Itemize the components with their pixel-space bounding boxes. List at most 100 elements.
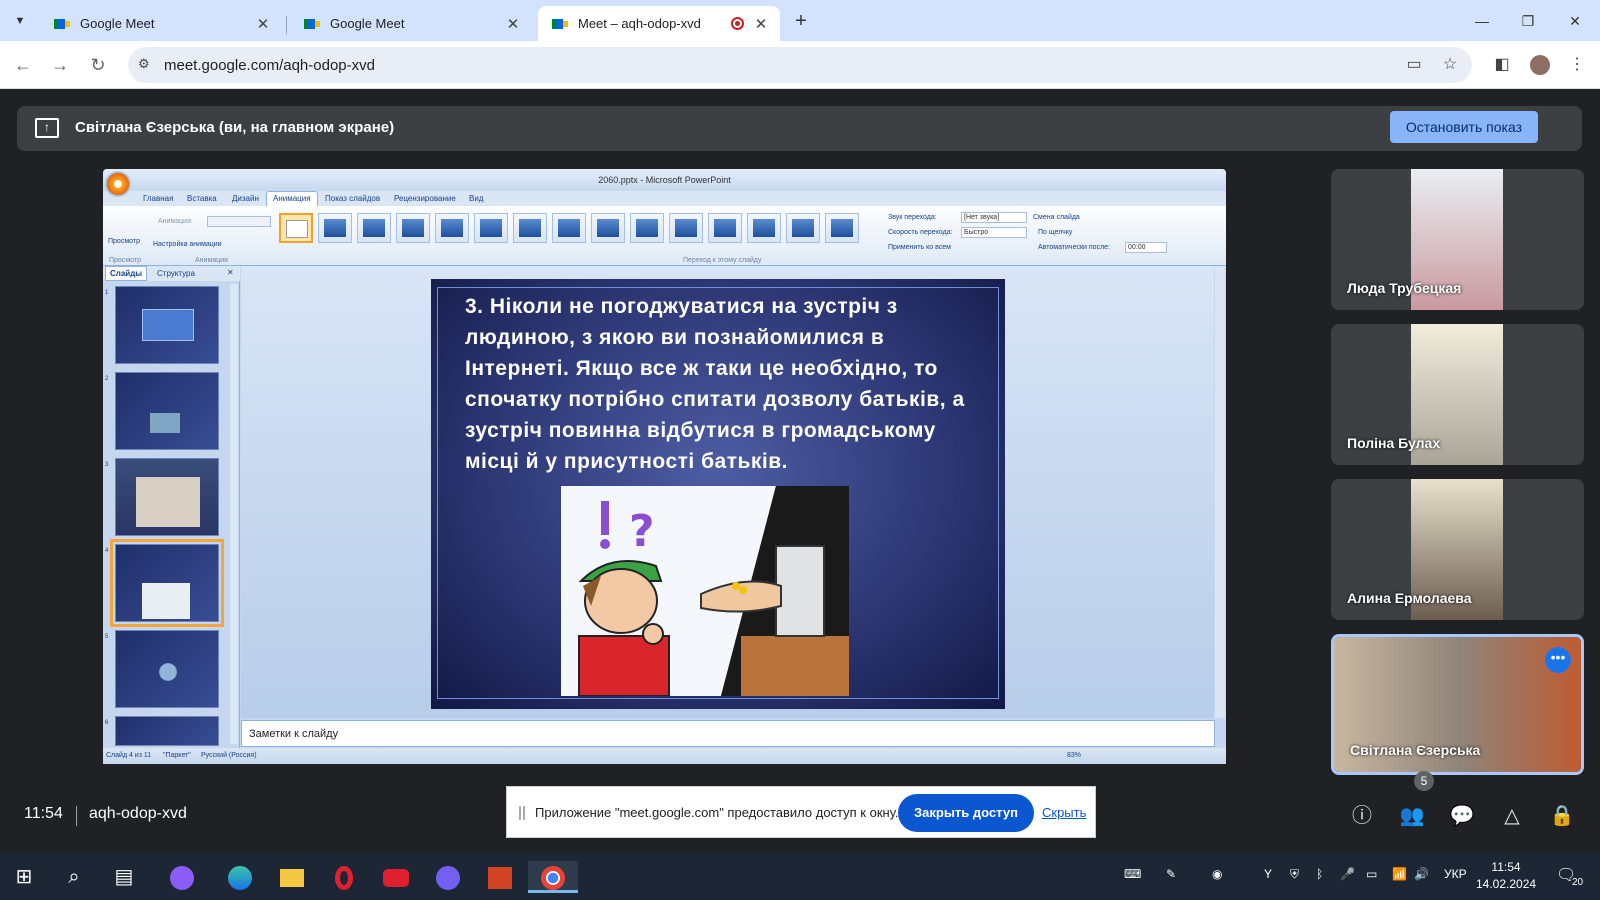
microphone-icon[interactable]: 🎤 xyxy=(1340,867,1355,881)
transition-thumb xyxy=(474,213,508,243)
alice-app-icon[interactable] xyxy=(166,861,198,893)
tab-meet-active[interactable]: Meet – aqh-odop-xvd ✕ xyxy=(538,6,780,41)
close-tab-icon[interactable]: ✕ xyxy=(504,15,522,33)
speed-combo: Быстро xyxy=(961,227,1027,238)
language-indicator[interactable]: УКР xyxy=(1444,867,1467,881)
address-bar[interactable]: ⚙ meet.google.com/aqh-odop-xvd ▭ ☆ xyxy=(128,47,1472,83)
transition-thumb xyxy=(513,213,547,243)
recording-icon xyxy=(731,17,744,30)
wifi-icon[interactable]: 📶 xyxy=(1392,867,1407,881)
tray-app-icon[interactable]: ✎ xyxy=(1166,867,1176,881)
self-participant-tile[interactable]: ••• Світлана Єзерська xyxy=(1331,634,1584,775)
tab-title: Google Meet xyxy=(330,16,405,31)
site-controls-icon[interactable]: ⚙ xyxy=(138,56,150,72)
task-view-icon[interactable]: ▤ xyxy=(108,861,140,893)
office-button-icon xyxy=(105,171,131,197)
tab-strip: ▼ Google Meet ✕ Google Meet ✕ Meet – aqh… xyxy=(0,0,1600,41)
participant-name: Поліна Булах xyxy=(1347,435,1441,451)
cartoon-boy-computer-image: ? xyxy=(561,486,849,696)
participant-count-badge: 5 xyxy=(1414,771,1434,791)
windows-start-icon[interactable]: ⊞ xyxy=(8,861,40,893)
participant-name: Алина Ермолаева xyxy=(1347,590,1472,606)
stop-presenting-button[interactable]: Остановить показ xyxy=(1389,111,1538,143)
participant-tile[interactable]: Люда Трубецкая xyxy=(1331,169,1584,310)
edge-icon[interactable] xyxy=(224,861,256,893)
system-date: 14.02.2024 xyxy=(1476,877,1537,891)
url-text: meet.google.com/aqh-odop-xvd xyxy=(164,57,375,74)
minimize-button[interactable]: — xyxy=(1462,8,1502,34)
camera-icon[interactable]: ▭ xyxy=(1402,53,1426,77)
transition-thumb xyxy=(825,213,859,243)
close-access-button[interactable]: Закрыть доступ xyxy=(898,794,1034,832)
forward-button[interactable]: → xyxy=(46,51,74,79)
file-explorer-icon[interactable] xyxy=(276,861,308,893)
new-tab-button[interactable]: + xyxy=(788,8,814,34)
opera-icon[interactable] xyxy=(328,861,360,893)
powerpoint-icon[interactable] xyxy=(484,861,516,893)
slide-thumbnail xyxy=(115,716,219,746)
close-window-button[interactable]: ✕ xyxy=(1555,8,1595,34)
tab-search-button[interactable]: ▼ xyxy=(8,9,32,33)
ribbon-tab-active: Анимация xyxy=(266,191,318,206)
presenter-text: Світлана Єзерська (ви, на главном экране… xyxy=(75,119,395,136)
tab-separator xyxy=(286,16,287,34)
chrome-icon[interactable] xyxy=(528,861,578,893)
people-icon[interactable]: 👥 xyxy=(1396,800,1428,832)
close-tab-icon[interactable]: ✕ xyxy=(752,15,770,33)
svg-text:?: ? xyxy=(629,506,655,557)
group-animation-label: Анимация xyxy=(195,257,228,264)
back-button[interactable]: ← xyxy=(9,51,37,79)
slide-thumbnail xyxy=(115,286,219,364)
transition-thumb xyxy=(630,213,664,243)
thumb-number: 1 xyxy=(105,290,109,296)
activities-icon[interactable]: △ xyxy=(1496,800,1528,832)
ribbon-tab: Дизайн xyxy=(232,194,259,203)
transition-thumb xyxy=(669,213,703,243)
slide-text: 3. Ніколи не погоджуватися на зустріч з … xyxy=(465,295,965,473)
google-meet-icon xyxy=(54,16,70,32)
slide-thumbnail-current xyxy=(110,539,224,627)
yandex-tray-icon[interactable]: Y xyxy=(1264,867,1272,881)
ppt-title-bar: 2060.pptx - Microsoft PowerPoint xyxy=(103,169,1226,191)
ribbon-tab: Рецензирование xyxy=(394,194,456,203)
search-icon[interactable]: ⌕ xyxy=(58,861,90,893)
thumb-number: 2 xyxy=(105,376,109,382)
meeting-clock: 11:54 xyxy=(24,805,63,822)
chat-icon[interactable]: 💬 xyxy=(1446,800,1478,832)
hide-link[interactable]: Скрыть xyxy=(1042,805,1086,820)
thumb-number: 5 xyxy=(105,634,109,640)
youtube-icon[interactable] xyxy=(380,861,412,893)
participant-name: Світлана Єзерська xyxy=(1350,742,1481,758)
preview-label: Просмотр xyxy=(108,238,140,245)
shield-icon[interactable]: ⛨ xyxy=(1290,867,1299,882)
ribbon: Просмотр Анимация: Настройка анимации Пр… xyxy=(103,206,1226,266)
slide-thumbnail xyxy=(115,458,219,536)
reload-button[interactable]: ↻ xyxy=(84,51,112,79)
notifications-count: 20 xyxy=(1572,877,1584,888)
viber-icon[interactable] xyxy=(432,861,464,893)
participant-tile[interactable]: Поліна Булах xyxy=(1331,324,1584,465)
close-tab-icon[interactable]: ✕ xyxy=(254,15,272,33)
viber-tray-icon[interactable]: ◉ xyxy=(1212,867,1222,881)
tab-google-meet-2[interactable]: Google Meet ✕ xyxy=(290,6,532,41)
transition-thumb xyxy=(318,213,352,243)
participant-tile[interactable]: Алина Ермолаева xyxy=(1331,479,1584,620)
info-icon[interactable]: ⓘ xyxy=(1346,800,1378,832)
transition-thumb xyxy=(357,213,391,243)
tab-google-meet-1[interactable]: Google Meet ✕ xyxy=(40,6,282,41)
more-menu-icon[interactable]: ⋮ xyxy=(1565,53,1589,77)
profile-avatar[interactable] xyxy=(1528,53,1552,77)
restore-button[interactable]: ❐ xyxy=(1508,8,1548,34)
sound-label: Звук перехода: xyxy=(888,214,937,221)
more-options-icon[interactable]: ••• xyxy=(1545,647,1571,673)
system-clock[interactable]: 11:54 14.02.2024 xyxy=(1476,859,1536,893)
bookmark-star-icon[interactable]: ☆ xyxy=(1438,53,1462,77)
host-controls-icon[interactable]: 🔒 xyxy=(1546,800,1578,832)
volume-icon[interactable]: 🔊 xyxy=(1414,867,1429,881)
keyboard-icon[interactable]: ⌨ xyxy=(1124,867,1141,881)
side-panel-icon[interactable]: ◧ xyxy=(1490,53,1514,77)
apply-all-label: Применить ко всем xyxy=(888,244,951,251)
transition-thumb xyxy=(747,213,781,243)
bluetooth-icon[interactable]: ᛒ xyxy=(1316,867,1323,881)
battery-icon[interactable]: ▭ xyxy=(1366,867,1377,881)
